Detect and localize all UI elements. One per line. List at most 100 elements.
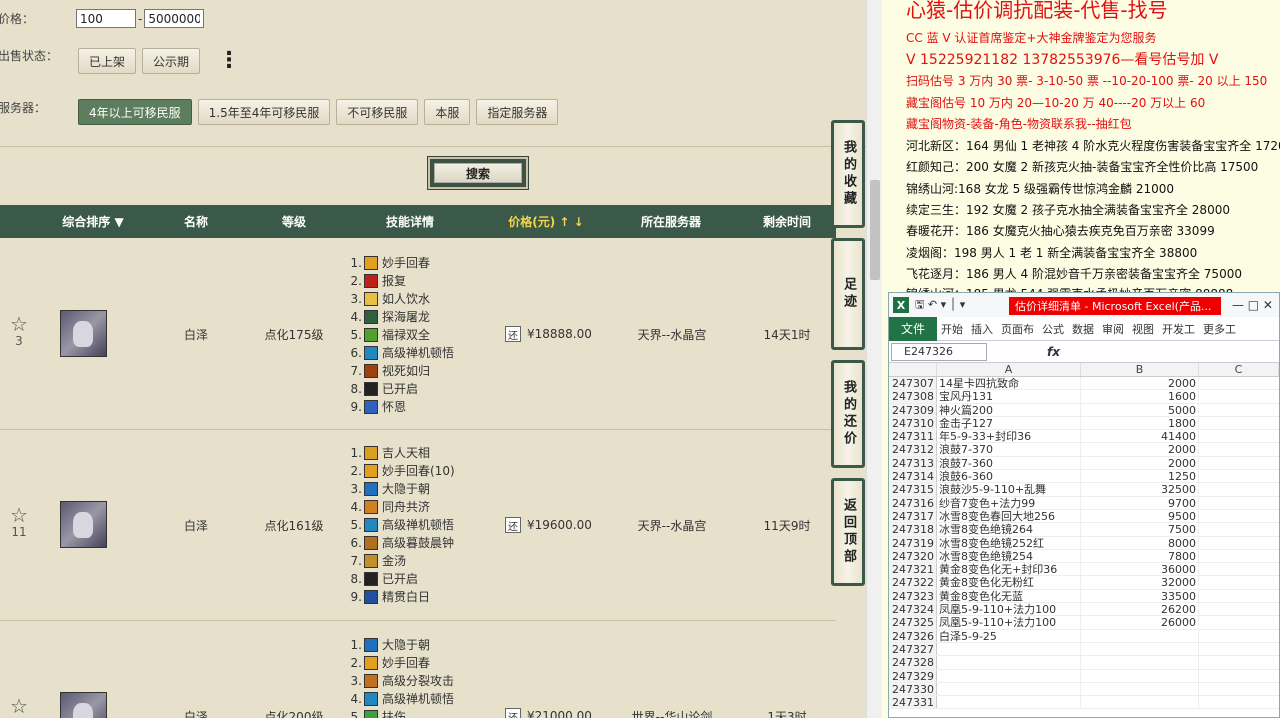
cell-b[interactable]: [1081, 642, 1199, 656]
cell-c[interactable]: [1199, 537, 1279, 549]
sheet-row[interactable]: 247316 纱音7变色+法力99 9700: [889, 496, 1279, 510]
cell-c[interactable]: [1199, 377, 1279, 389]
row-number[interactable]: 247316: [889, 496, 937, 510]
cell-b[interactable]: 2000: [1081, 377, 1199, 390]
row-number[interactable]: 247325: [889, 616, 937, 629]
ribbon-file-tab[interactable]: 文件: [889, 316, 938, 341]
cell-c[interactable]: [1199, 417, 1279, 429]
table-row[interactable]: ☆ 白泽 点化200级 1. 大隐于朝 2. 妙手回春 3. 高级分裂攻击 4. 高级禅…: [0, 622, 836, 718]
fx-icon[interactable]: fx: [1047, 345, 1060, 359]
cell-c[interactable]: [1199, 523, 1279, 535]
server-option-this[interactable]: 本服: [424, 99, 471, 125]
scrollbar-thumb[interactable]: [870, 180, 880, 280]
status-public-button[interactable]: 公示期: [142, 48, 201, 74]
row-number[interactable]: 247326: [889, 629, 937, 643]
star-icon[interactable]: ☆: [8, 314, 30, 334]
sheet-row[interactable]: 247307 14星卡四抗致命 2000: [889, 377, 1279, 391]
cell-c[interactable]: [1199, 656, 1279, 668]
bargain-icon[interactable]: 还: [505, 708, 521, 718]
sheet-row[interactable]: 247309 神火篇200 5000: [889, 403, 1279, 417]
cell-b[interactable]: 26200: [1081, 603, 1199, 616]
sheet-row[interactable]: 247314 浪鼓6-360 1250: [889, 470, 1279, 484]
table-row[interactable]: ☆ 11 白泽 点化161级 1. 吉人天相 2. 妙手回春(10) 3. 大隐于朝 …: [0, 431, 836, 621]
spreadsheet-grid[interactable]: A B C 247307 14星卡四抗致命 2000 247308 宝风丹131 1600…: [889, 363, 1279, 710]
sheet-row[interactable]: 247315 浪鼓沙5-9-110+乱舞 32500: [889, 483, 1279, 497]
excel-icon[interactable]: X: [893, 297, 909, 313]
cell-c[interactable]: [1199, 616, 1279, 628]
ribbon-tab[interactable]: 视图: [1128, 321, 1158, 337]
ribbon-tab[interactable]: 开始: [937, 321, 967, 337]
favorite-star[interactable]: ☆ 3: [8, 314, 30, 348]
row-number[interactable]: 247315: [889, 483, 937, 496]
cell-b[interactable]: 7500: [1081, 523, 1199, 536]
cell-b[interactable]: [1081, 629, 1199, 642]
server-option-4yr[interactable]: 4年以上可移民服: [78, 99, 192, 125]
cell-a[interactable]: 黄金8变色化无粉红: [937, 576, 1081, 589]
server-option-specified[interactable]: 指定服务器: [476, 99, 559, 125]
side-tab-history[interactable]: 足迹: [831, 238, 865, 350]
cell-c[interactable]: [1199, 497, 1279, 509]
bargain-icon[interactable]: 还: [505, 326, 521, 342]
sheet-row[interactable]: 247328: [889, 656, 1279, 670]
row-number[interactable]: 247328: [889, 656, 937, 669]
sheet-row[interactable]: 247326 白泽5-9-25: [889, 629, 1279, 643]
row-number[interactable]: 247308: [889, 390, 937, 403]
cell-b[interactable]: [1081, 682, 1199, 696]
ribbon-tab[interactable]: 更多工: [1199, 321, 1240, 337]
cell-c[interactable]: [1199, 550, 1279, 562]
cell-a[interactable]: 冰雪8变色绝镜264: [937, 523, 1081, 536]
cell-b[interactable]: 8000: [1081, 536, 1199, 550]
row-number[interactable]: 247313: [889, 456, 937, 470]
cell-c[interactable]: [1199, 390, 1279, 402]
row-number[interactable]: 247320: [889, 549, 937, 563]
sheet-row[interactable]: 247312 浪鼓7-370 2000: [889, 443, 1279, 457]
row-number[interactable]: 247309: [889, 403, 937, 417]
row-number[interactable]: 247321: [889, 563, 937, 576]
cell-b[interactable]: 1250: [1081, 470, 1199, 483]
row-number[interactable]: 247310: [889, 416, 937, 430]
cell-b[interactable]: 33500: [1081, 589, 1199, 603]
avatar[interactable]: [60, 501, 107, 548]
sheet-row[interactable]: 247319 冰雪8变色绝镜252红 8000: [889, 536, 1279, 550]
cell-c[interactable]: [1199, 630, 1279, 642]
price-min-input[interactable]: [76, 9, 136, 28]
server-option-1-5yr[interactable]: 1.5年至4年可移民服: [197, 99, 331, 125]
avatar[interactable]: [60, 692, 107, 718]
cell-b[interactable]: [1081, 656, 1199, 669]
row-number[interactable]: 247327: [889, 642, 937, 656]
cell-c[interactable]: [1199, 563, 1279, 575]
cell-b[interactable]: 9500: [1081, 509, 1199, 523]
cell-a[interactable]: 黄金8变色化无蓝: [937, 589, 1081, 603]
sheet-row[interactable]: 247318 冰雪8变色绝镜264 7500: [889, 523, 1279, 537]
sort-overall-header[interactable]: 综合排序 ▼: [50, 213, 136, 230]
name-box[interactable]: E247326: [891, 342, 987, 361]
sheet-row[interactable]: 247313 浪鼓7-360 2000: [889, 456, 1279, 471]
cell-a[interactable]: [937, 642, 1081, 656]
row-number[interactable]: 247311: [889, 430, 937, 443]
column-header[interactable]: A: [937, 363, 1081, 376]
row-number[interactable]: 247312: [889, 443, 937, 456]
page-scrollbar[interactable]: [866, 0, 882, 718]
side-tab-back-to-top[interactable]: 返回顶部: [831, 478, 865, 586]
sheet-row[interactable]: 247320 冰雪8变色绝镜254 7800: [889, 549, 1279, 564]
star-icon[interactable]: ☆: [8, 505, 30, 525]
cell-c[interactable]: [1199, 576, 1279, 588]
avatar[interactable]: [60, 310, 107, 357]
cell-a[interactable]: 纱音7变色+法力99: [937, 496, 1081, 509]
sheet-row[interactable]: 247317 冰雪8变色春回大地256 9500: [889, 509, 1279, 524]
cell-c[interactable]: [1199, 443, 1279, 455]
sheet-row[interactable]: 247329: [889, 669, 1279, 683]
server-option-no-migrate[interactable]: 不可移民服: [336, 99, 419, 125]
cell-a[interactable]: 浪鼓沙5-9-110+乱舞: [937, 483, 1081, 496]
ribbon-tab[interactable]: 公式: [1038, 321, 1068, 337]
row-number[interactable]: 247323: [889, 589, 937, 603]
quick-access-toolbar[interactable]: 🖫 ↶ ▾ │ ▾: [915, 296, 965, 315]
cell-b[interactable]: 26000: [1081, 616, 1199, 629]
cell-a[interactable]: 浪鼓7-370: [937, 443, 1081, 456]
cell-b[interactable]: 5000: [1081, 403, 1199, 417]
cell-b[interactable]: 36000: [1081, 563, 1199, 576]
cell-b[interactable]: 1600: [1081, 390, 1199, 403]
sheet-row[interactable]: 247323 黄金8变色化无蓝 33500: [889, 589, 1279, 604]
cell-a[interactable]: [937, 696, 1081, 709]
row-number[interactable]: 247331: [889, 696, 937, 709]
